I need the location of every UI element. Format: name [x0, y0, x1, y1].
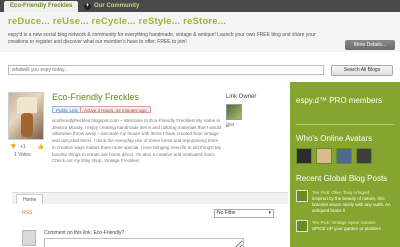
post-excerpt: inspired by the beauty of nature, this b… [312, 196, 391, 213]
tagline-part: reCycle... [91, 16, 139, 27]
recent-posts-heading: Recent Global Blog Posts [296, 174, 388, 183]
vote-count: +1 [20, 144, 26, 150]
tabs-bar: Home [12, 192, 288, 204]
activity-badge: Active 3 Hours, 42 minutes ago [80, 106, 151, 113]
vote-widget: 👎 👍 +1 1 Votes [10, 144, 44, 158]
post-excerpt: SPICE UP your garden or planters [312, 226, 381, 231]
chevron-down-icon: ▾ [268, 210, 271, 216]
post-thumbnail[interactable] [296, 220, 308, 232]
comment-input[interactable] [44, 238, 244, 247]
blog-title[interactable]: Eco-Friendly Freckles [52, 92, 139, 102]
list-item[interactable]: Tee Pick: Olive Twig Arfuged inspired by… [296, 190, 396, 213]
thumbs-up-icon[interactable]: 👍 [38, 144, 44, 150]
blog-description: ecofriendlyfreckles.blogspot.com ~ Welco… [52, 118, 222, 164]
top-navigation-bar: Eco-Friendly Freckles + Our Community [0, 0, 400, 12]
avatar[interactable] [356, 148, 372, 164]
header-banner: reDuce... reUse... reCycle... reStyle...… [0, 12, 400, 52]
lamp-shade-shape [17, 97, 37, 113]
search-bar: Search All Blogs [0, 62, 400, 78]
our-community-label: Our Community [94, 3, 140, 9]
more-details-button[interactable]: More Details... [345, 40, 395, 50]
filter-value: No Filter [217, 210, 236, 216]
vote-label: 1 Votes [14, 152, 31, 158]
main-content: 👎 👍 +1 1 Votes Eco-Friendly Freckles Pub… [4, 82, 288, 247]
post-thumbnail[interactable] [296, 190, 308, 202]
our-community-link[interactable]: + Our Community [84, 2, 139, 11]
owner-name[interactable]: jjj04 [226, 122, 234, 127]
owner-avatar[interactable] [226, 104, 242, 120]
avatar[interactable] [336, 148, 352, 164]
avatar[interactable] [316, 148, 332, 164]
online-avatars-heading: Who's Online Avatars [296, 134, 373, 143]
tagline-part: reStyle... [138, 16, 184, 27]
public-link-badge[interactable]: Public Link [52, 106, 82, 113]
filter-select[interactable]: No Filter ▾ [214, 209, 274, 218]
tagline-part: reStore... [183, 16, 227, 27]
brand-tab[interactable]: Eco-Friendly Freckles [4, 1, 79, 12]
vote-thumbs: 👎 👍 [10, 144, 44, 150]
tab-home[interactable]: Home [16, 194, 44, 204]
lamp-base-shape [21, 113, 33, 137]
tagline-part: reUse... [52, 16, 92, 27]
pro-members-heading: espy.d™ PRO members [296, 96, 383, 105]
list-item[interactable]: Tee Pick: Vintage Spice Garden SPICE UP … [296, 220, 396, 238]
avatar[interactable] [296, 148, 312, 164]
thumbs-down-icon[interactable]: 👎 [10, 144, 16, 150]
plus-icon: + [84, 3, 91, 10]
link-owner-label: Link Owner [226, 94, 257, 100]
comment-label: Comment on this link, Eco-Friendly? [44, 230, 125, 236]
tagline-part: reDuce... [8, 16, 53, 27]
divider [296, 124, 394, 125]
tagline: reDuce... reUse... reCycle... reStyle...… [8, 16, 226, 27]
rss-link[interactable]: RSS [22, 210, 32, 216]
site-description: espy'd is a new social blog network & co… [8, 32, 316, 45]
search-input[interactable] [8, 65, 324, 75]
blog-profile-image[interactable] [8, 92, 44, 140]
search-all-blogs-button[interactable]: Search All Blogs [331, 65, 393, 76]
commenter-avatar [22, 230, 36, 246]
sidebar: espy.d™ PRO members Who's Online Avatars… [290, 82, 400, 247]
online-avatars [296, 148, 372, 164]
